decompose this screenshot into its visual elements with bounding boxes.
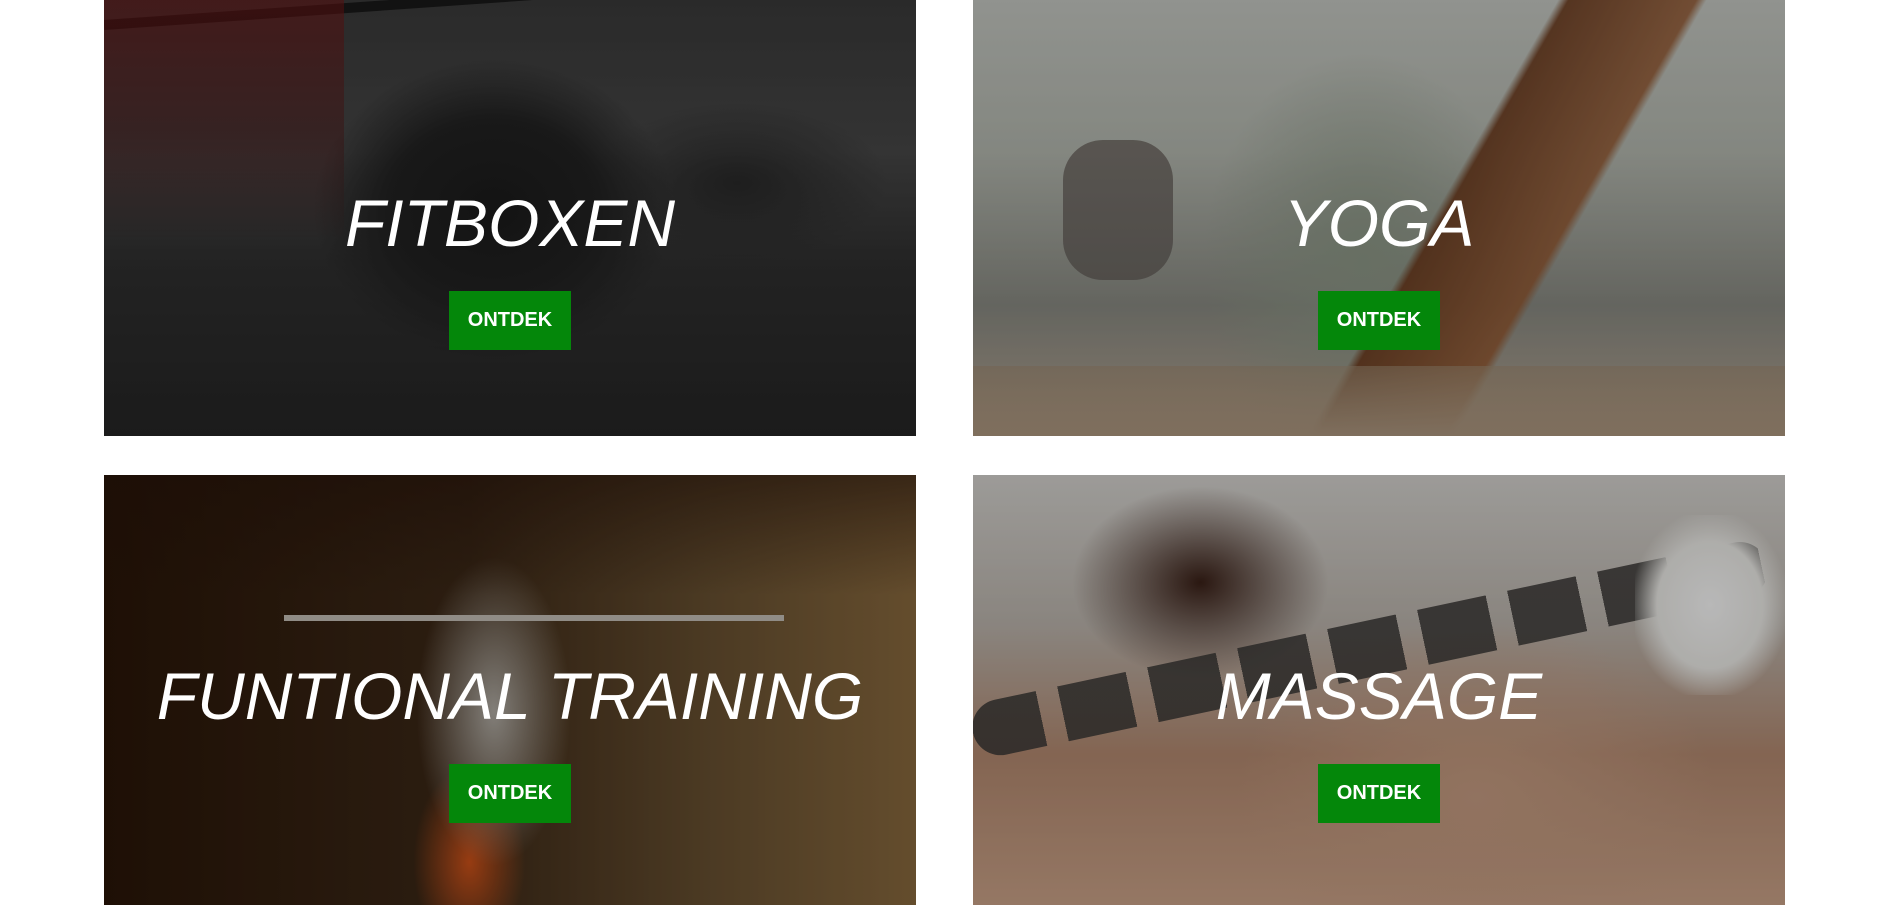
service-card-massage: MASSAGE ONTDEK [973, 475, 1785, 905]
card-content: FUNTIONAL TRAINING ONTDEK [104, 658, 916, 823]
card-title: MASSAGE [1215, 659, 1543, 733]
card-content: YOGA ONTDEK [973, 185, 1785, 350]
service-card-yoga: YOGA ONTDEK [973, 0, 1785, 436]
card-title: YOGA [1283, 186, 1475, 260]
card-title: FITBOXEN [344, 186, 676, 260]
service-card-functional-training: FUNTIONAL TRAINING ONTDEK [104, 475, 916, 905]
card-content: FITBOXEN ONTDEK [104, 185, 916, 350]
ontdek-button[interactable]: ONTDEK [1318, 291, 1440, 350]
ontdek-button[interactable]: ONTDEK [1318, 764, 1440, 823]
ontdek-button[interactable]: ONTDEK [449, 764, 571, 823]
ontdek-button[interactable]: ONTDEK [449, 291, 571, 350]
services-grid: FITBOXEN ONTDEK YOGA ONTDEK FUNTIONAL TR… [0, 0, 1892, 905]
card-title: FUNTIONAL TRAINING [156, 659, 864, 733]
card-content: MASSAGE ONTDEK [973, 658, 1785, 823]
service-card-fitboxen: FITBOXEN ONTDEK [104, 0, 916, 436]
